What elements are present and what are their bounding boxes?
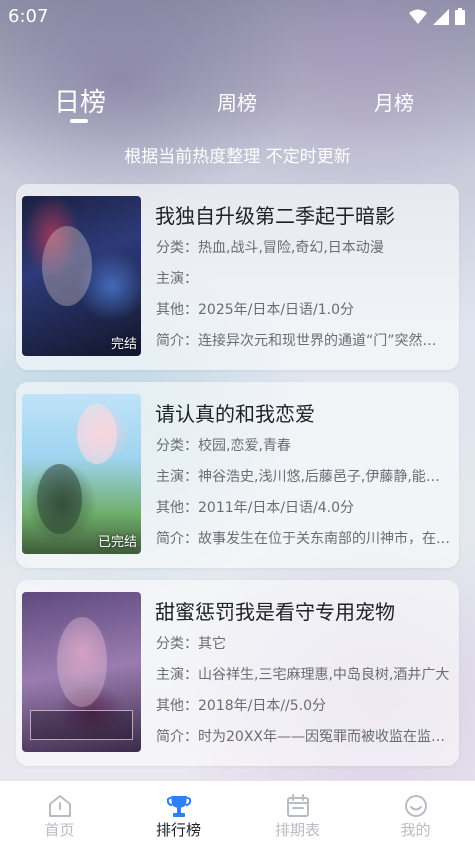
ranking-card[interactable]: 已完结 请认真的和我恋爱 分类：校园,恋爱,青春 主演：神谷浩史,浅川悠,后藤邑… [16, 382, 459, 568]
card-intro: 简介：连接异次元和现世界的通道“门”突然出现 [156, 333, 450, 349]
card-category: 分类：热血,战斗,冒险,奇幻,日本动漫 [156, 240, 384, 256]
nav-label-home: 首页 [44, 821, 75, 839]
status-time: 6:07 [8, 6, 49, 27]
nav-item-home[interactable]: 首页 [0, 781, 119, 846]
nav-item-mine[interactable]: 我的 [356, 781, 475, 846]
card-title[interactable]: 请认真的和我恋爱 [155, 398, 315, 427]
smiley-icon [405, 795, 427, 817]
trophy-icon [166, 796, 192, 817]
poster-logo [30, 710, 133, 740]
ranking-tabs: 日榜 周榜 月榜 [0, 80, 475, 130]
nav-item-ranking[interactable]: 排行榜 [119, 781, 238, 846]
home-icon [49, 795, 71, 817]
card-cast: 主演：神谷浩史,浅川悠,后藤邑子,伊藤静,能登麻美子 [156, 469, 450, 485]
calendar-icon [287, 794, 309, 817]
card-intro: 简介：时为20XX年——因冤罪而被收监在监狱的 [156, 729, 450, 745]
card-other: 其他：2025年/日本/日语/1.0分 [156, 302, 355, 318]
poster-figure [77, 404, 117, 464]
tab-daily[interactable]: 日榜 [54, 82, 106, 119]
battery-icon [455, 8, 465, 25]
active-tab-indicator [70, 119, 88, 123]
card-intro: 简介：故事发生在位于关东南部的川神市，在那里 [156, 531, 450, 547]
poster-figure [57, 617, 107, 707]
card-title[interactable]: 我独自升级第二季起于暗影 [155, 200, 395, 229]
ranking-subtitle: 根据当前热度整理 不定时更新 [124, 147, 351, 167]
nav-item-schedule[interactable]: 排期表 [238, 781, 357, 846]
signal-icon [433, 8, 449, 25]
bottom-nav: 首页 排行榜 排期表 我的 [0, 780, 475, 846]
card-cast: 主演： [156, 271, 198, 287]
card-title[interactable]: 甜蜜惩罚我是看守专用宠物 [155, 596, 395, 625]
status-badge: 已完结 [97, 535, 137, 550]
card-other: 其他：2018年/日本//5.0分 [156, 698, 327, 714]
poster-figure [37, 464, 82, 534]
card-cast: 主演：山谷祥生,三宅麻理惠,中岛良树,酒井广大 [156, 667, 450, 683]
card-other: 其他：2011年/日本/日语/4.0分 [156, 500, 355, 516]
tab-weekly[interactable]: 周榜 [217, 87, 257, 116]
nav-label-mine: 我的 [400, 821, 431, 839]
poster-figure [42, 226, 92, 306]
card-category: 分类：校园,恋爱,青春 [156, 438, 291, 454]
tab-monthly[interactable]: 月榜 [374, 87, 414, 116]
poster-image[interactable] [22, 592, 141, 752]
status-badge: 完结 [110, 337, 137, 352]
wifi-icon [409, 9, 427, 24]
ranking-card[interactable]: 甜蜜惩罚我是看守专用宠物 分类：其它 主演：山谷祥生,三宅麻理惠,中岛良树,酒井… [16, 580, 459, 766]
poster-image[interactable]: 完结 [22, 196, 141, 356]
nav-label-ranking: 排行榜 [155, 821, 201, 839]
status-bar: 6:07 [0, 0, 475, 34]
card-category: 分类：其它 [156, 636, 226, 652]
poster-image[interactable]: 已完结 [22, 394, 141, 554]
ranking-card[interactable]: 完结 我独自升级第二季起于暗影 分类：热血,战斗,冒险,奇幻,日本动漫 主演： … [16, 184, 459, 370]
nav-label-schedule: 排期表 [274, 821, 320, 839]
status-icons [409, 8, 465, 25]
